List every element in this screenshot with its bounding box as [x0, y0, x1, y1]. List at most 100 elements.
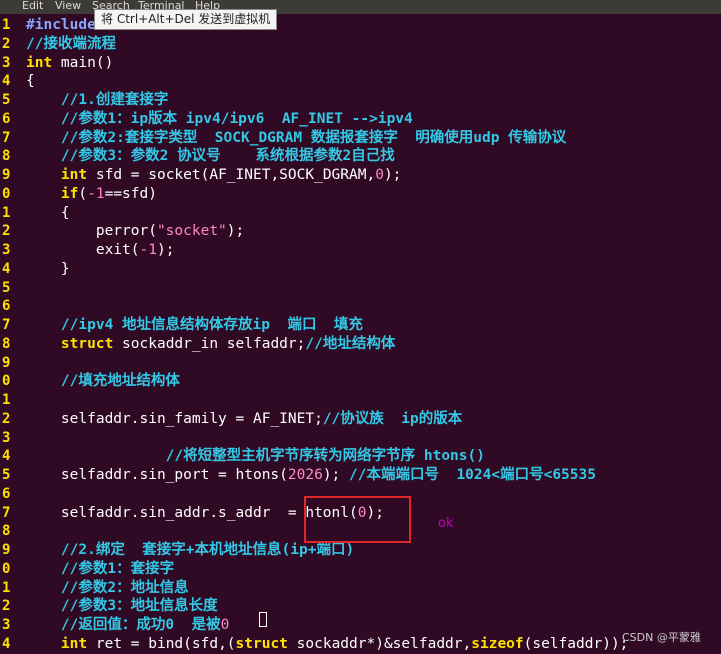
line-number: 6	[2, 110, 11, 127]
line-code: {	[26, 204, 70, 223]
line-number: 3	[2, 429, 11, 446]
line-number: 3	[2, 242, 11, 258]
line-number: 0	[2, 185, 11, 202]
line-code: if(-1==sfd)	[26, 185, 157, 204]
line-number: 2	[2, 35, 11, 52]
code-token: //协议族 ip的版本	[322, 410, 463, 427]
line-code: //接收端流程	[26, 35, 116, 54]
code-token: //填充地址结构体	[26, 373, 180, 390]
line-number: 6	[2, 298, 11, 315]
line-code: //参数1：ip版本 ipv4/ipv6 AF_INET -->ipv4	[26, 110, 413, 129]
vim-editor[interactable]: 1#include <stdio.h>2//接收端流程3int main()4{…	[0, 16, 721, 652]
code-token: //参数3：地址信息长度	[26, 598, 218, 615]
csdn-watermark: CSDN @平蒙雅	[622, 631, 701, 644]
code-token: {	[26, 204, 70, 221]
code-token: -1	[87, 185, 105, 202]
code-token: //参数2：地址信息	[26, 579, 189, 596]
code-token: //参数2:套接字类型 SOCK_DGRAM 数据报套接字 明确使用udp 传输…	[26, 129, 567, 146]
line-code: //参数2:套接字类型 SOCK_DGRAM 数据报套接字 明确使用udp 传输…	[26, 129, 566, 148]
code-token: //接收端流程	[26, 35, 116, 52]
menu-view[interactable]: View	[55, 0, 81, 13]
code-token: int	[26, 54, 53, 71]
line-number: 0	[2, 560, 11, 577]
code-token: );	[383, 167, 402, 183]
line-number: 6	[2, 485, 11, 502]
line-code: //参数2：地址信息	[26, 579, 189, 598]
line-code: //填充地址结构体	[26, 372, 180, 391]
code-token: }	[26, 260, 70, 277]
line-code: //返回值：成功0 是被0	[26, 616, 229, 635]
line-code: exit(-1);	[26, 241, 175, 260]
line-code: //参数1：套接字	[26, 560, 174, 579]
code-token: //参数1：ip版本 ipv4/ipv6 AF_INET -->ipv4	[26, 110, 413, 127]
line-number: 0	[2, 373, 11, 390]
code-token: int	[60, 635, 88, 652]
code-token: //本端端口号 1024<端口号<65535	[349, 467, 596, 483]
line-number: 8	[2, 148, 11, 165]
code-token: int	[60, 167, 88, 183]
code-token: //2.绑定 套接字+本机地址信息(ip+端口)	[26, 542, 355, 558]
code-token: (selfaddr));	[523, 635, 629, 652]
line-number: 5	[2, 92, 11, 108]
code-token: 0	[375, 167, 384, 183]
code-token: //将短整型主机字节序转为网络字节序 htons()	[26, 448, 485, 465]
code-token: if	[60, 185, 79, 202]
code-token: struct	[60, 335, 114, 352]
code-token: exit(	[26, 242, 140, 258]
line-number: 5	[2, 279, 11, 296]
line-code: //1.创建套接字	[26, 91, 168, 110]
code-token: //参数1：套接字	[26, 560, 175, 577]
line-number: 1	[2, 392, 11, 408]
code-token: sockaddr*)&selfaddr,	[287, 635, 472, 652]
code-token: //返回值：成功0 是被	[26, 617, 221, 633]
send-ctrl-alt-del-tooltip: 将 Ctrl+Alt+Del 发送到虚拟机	[94, 9, 278, 30]
line-number: 7	[2, 504, 11, 521]
code-token: (	[78, 185, 88, 202]
line-number: 3	[2, 54, 11, 71]
line-number: 4	[2, 260, 11, 277]
code-token: sfd = socket(AF_INET,SOCK_DGRAM,	[87, 167, 376, 183]
line-number: 1	[2, 17, 11, 33]
text-cursor	[259, 612, 267, 627]
line-number: 3	[2, 617, 11, 633]
line-code: struct sockaddr_in selfaddr;//地址结构体	[26, 335, 395, 354]
code-token: sizeof	[471, 635, 524, 652]
line-code: //ipv4 地址信息结构体存放ip 端口 填充	[26, 316, 363, 335]
line-code: perror("socket");	[26, 222, 244, 241]
line-number: 4	[2, 448, 11, 465]
code-token: 2026	[287, 467, 323, 483]
code-token: perror(	[26, 223, 157, 240]
line-code: //参数3：地址信息长度	[26, 597, 218, 616]
code-token: 0	[220, 617, 230, 633]
code-token: );	[156, 242, 175, 258]
line-code: //将短整型主机字节序转为网络字节序 htons()	[26, 447, 485, 466]
code-token: //ipv4 地址信息结构体存放ip 端口 填充	[26, 317, 363, 333]
line-number: 8	[2, 335, 11, 352]
code-token: ret = bind(sfd,(	[87, 635, 236, 652]
code-token: main()	[52, 54, 114, 71]
line-number: 2	[2, 223, 11, 240]
line-code: {	[26, 72, 35, 91]
menu-edit[interactable]: Edit	[22, 0, 43, 13]
line-number: 8	[2, 523, 11, 540]
code-token: //参数3：参数2 协议号 系统根据参数2自己找	[26, 148, 395, 165]
code-token: -1	[139, 242, 157, 258]
line-number: 2	[2, 598, 11, 615]
line-number: 9	[2, 167, 11, 183]
line-number: 7	[2, 129, 11, 146]
line-code: selfaddr.sin_port = htons(2026); //本端端口号…	[26, 466, 596, 485]
code-token: //地址结构体	[305, 335, 396, 352]
line-number: 4	[2, 73, 11, 90]
line-number: 2	[2, 410, 11, 427]
line-number: 1	[2, 204, 11, 221]
line-code: //2.绑定 套接字+本机地址信息(ip+端口)	[26, 541, 354, 560]
line-code: //参数3：参数2 协议号 系统根据参数2自己找	[26, 147, 395, 166]
line-number: 1	[2, 579, 11, 596]
code-token: ==sfd)	[104, 185, 157, 202]
code-token: selfaddr.sin_family = AF_INET;	[26, 410, 323, 427]
code-token: struct	[235, 635, 288, 652]
